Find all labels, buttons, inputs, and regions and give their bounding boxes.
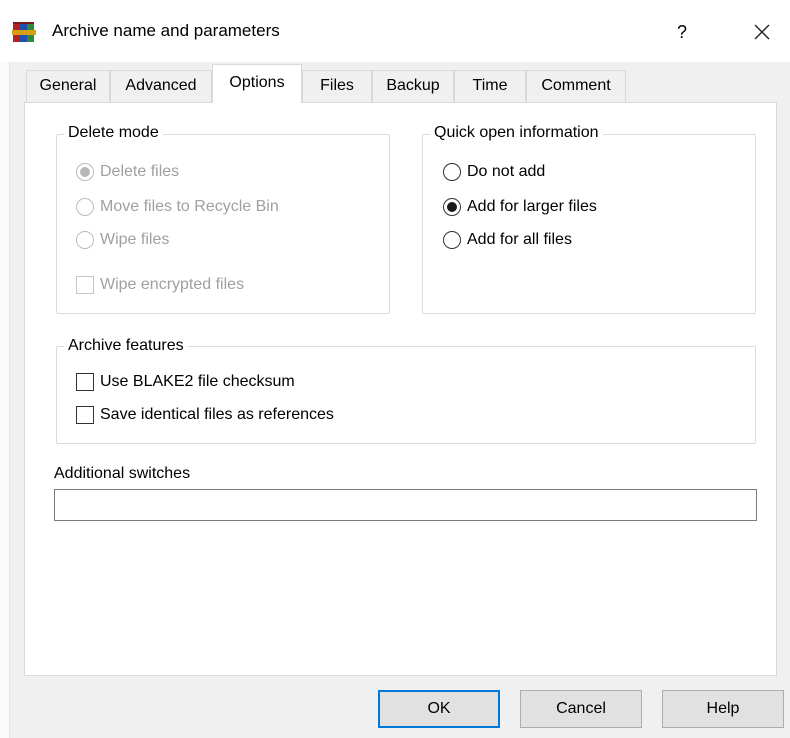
- quick-open-title: Quick open information: [430, 123, 603, 143]
- add-for-all-files-radio[interactable]: [443, 231, 461, 249]
- identical-files-references-label: Save identical files as references: [100, 406, 334, 423]
- winrar-app-icon: [12, 20, 36, 44]
- do-not-add-radio[interactable]: [443, 163, 461, 181]
- wipe-files-radio[interactable]: [76, 231, 94, 249]
- blake2-checksum-checkbox[interactable]: [76, 373, 94, 391]
- archive-features-group: [56, 346, 756, 444]
- tab-files[interactable]: Files: [302, 70, 372, 102]
- do-not-add-label: Do not add: [467, 163, 546, 180]
- additional-switches-label: Additional switches: [54, 465, 191, 482]
- ok-button[interactable]: OK: [378, 690, 500, 728]
- tab-advanced[interactable]: Advanced: [110, 70, 212, 102]
- window-edge: [0, 62, 10, 738]
- help-title-button[interactable]: ?: [662, 14, 702, 50]
- delete-mode-title: Delete mode: [64, 123, 163, 143]
- wipe-files-label: Wipe files: [100, 231, 170, 248]
- wipe-encrypted-label: Wipe encrypted files: [100, 276, 245, 293]
- identical-files-references-checkbox[interactable]: [76, 406, 94, 424]
- tab-comment[interactable]: Comment: [526, 70, 626, 102]
- additional-switches-input[interactable]: [54, 489, 757, 521]
- close-icon: [753, 23, 771, 46]
- quick-open-group: [422, 134, 756, 314]
- wipe-encrypted-checkbox[interactable]: [76, 276, 94, 294]
- window-title: Archive name and parameters: [52, 21, 280, 40]
- blake2-checksum-label: Use BLAKE2 file checksum: [100, 373, 295, 390]
- cancel-button[interactable]: Cancel: [520, 690, 642, 728]
- tab-options[interactable]: Options: [212, 64, 302, 103]
- move-to-recycle-bin-radio[interactable]: [76, 198, 94, 216]
- delete-files-label: Delete files: [100, 163, 180, 180]
- close-button[interactable]: [742, 14, 782, 50]
- tab-general[interactable]: General: [26, 70, 110, 102]
- delete-files-radio[interactable]: [76, 163, 94, 181]
- add-for-larger-files-label: Add for larger files: [467, 198, 597, 215]
- add-for-all-files-label: Add for all files: [467, 231, 572, 248]
- add-for-larger-files-radio[interactable]: [443, 198, 461, 216]
- tab-time[interactable]: Time: [454, 70, 526, 102]
- archive-features-title: Archive features: [64, 336, 188, 356]
- help-button[interactable]: Help: [662, 690, 784, 728]
- move-to-recycle-bin-label: Move files to Recycle Bin: [100, 198, 279, 215]
- tab-backup[interactable]: Backup: [372, 70, 454, 102]
